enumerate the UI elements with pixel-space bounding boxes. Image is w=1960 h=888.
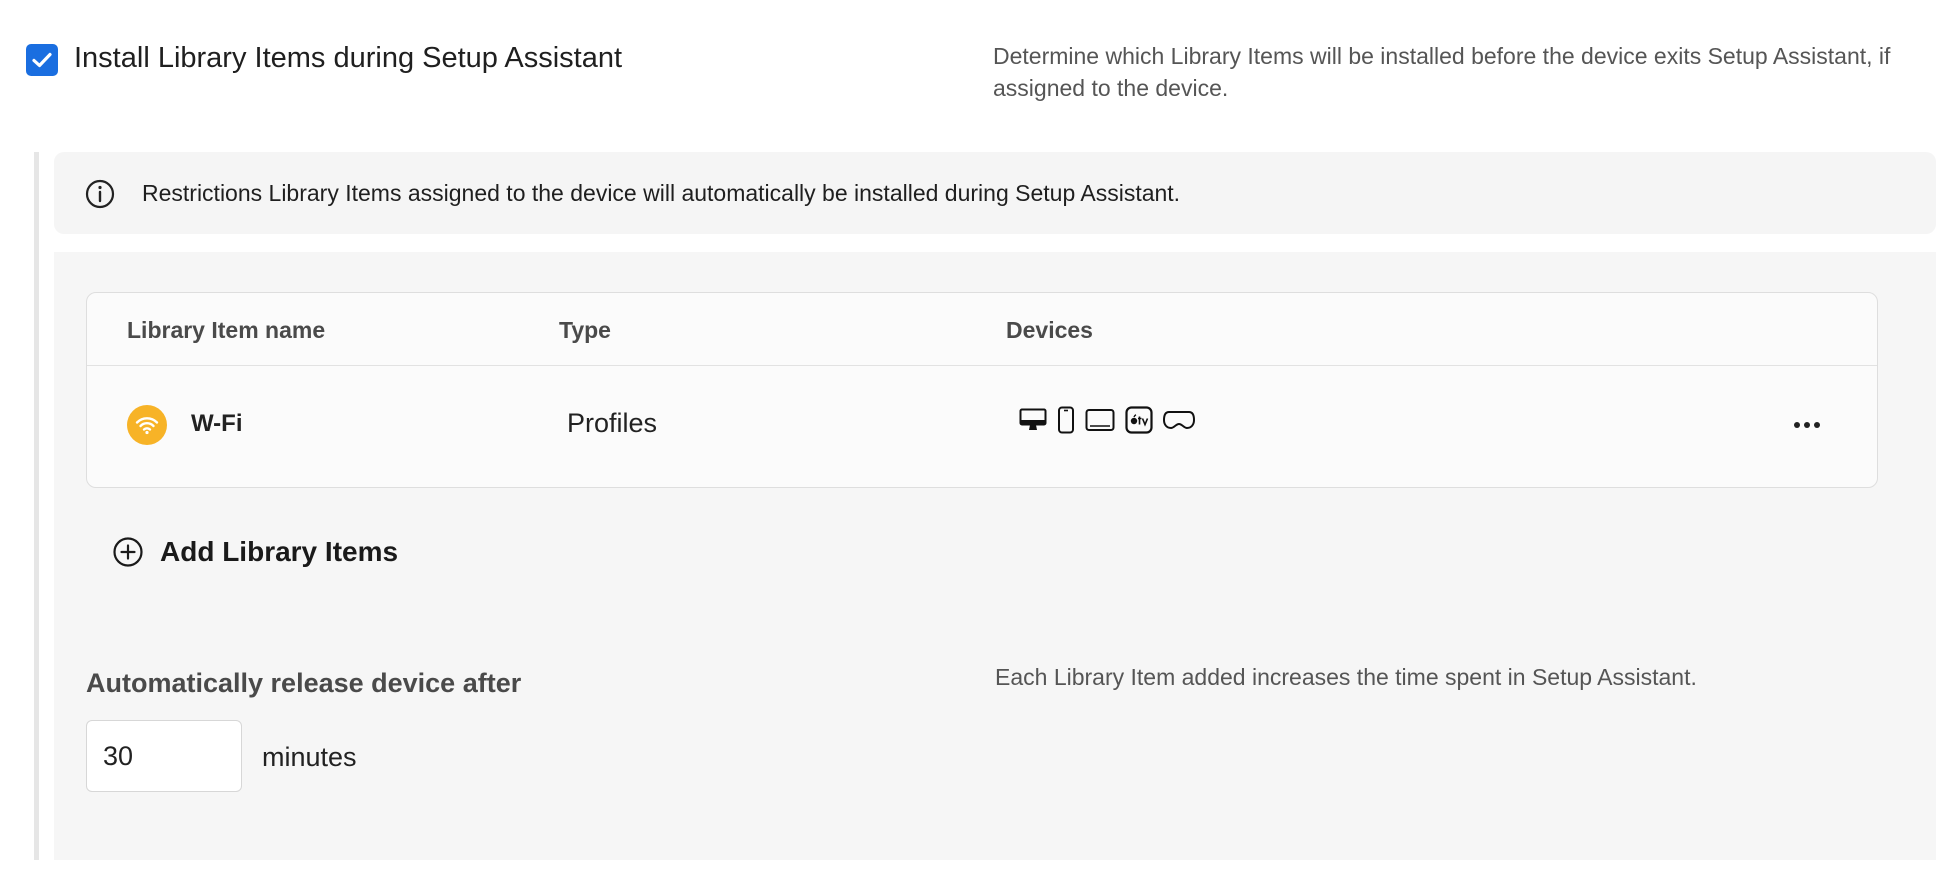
release-minutes-input[interactable] [86,720,242,792]
release-minutes-unit: minutes [262,742,357,772]
section-indent-bar [34,152,39,860]
column-header-devices: Devices [1006,317,1093,343]
info-icon [85,179,115,209]
ipad-icon [1085,408,1115,432]
iphone-icon [1057,406,1075,434]
more-horizontal-icon [1794,422,1820,428]
mac-icon [1019,408,1047,432]
column-header-name: Library Item name [127,317,326,343]
auto-release-description: Each Library Item added increases the ti… [995,664,1697,690]
library-items-panel: Library Item name Type Devices W-Fi Prof… [54,252,1936,860]
library-items-table: Library Item name Type Devices W-Fi Prof… [86,292,1878,488]
device-icons [1019,406,1195,434]
plus-circle-icon [113,537,143,567]
add-library-items-label: Add Library Items [160,536,399,567]
auto-release-label: Automatically release device after [86,668,522,698]
column-header-type: Type [559,317,611,343]
wifi-icon [127,405,167,445]
vision-pro-icon [1163,409,1195,431]
library-item-name[interactable]: W-Fi [191,410,243,438]
install-library-items-label[interactable]: Install Library Items during Setup Assis… [74,42,622,75]
install-library-items-description: Determine which Library Items will be in… [993,43,1891,101]
info-banner-text: Restrictions Library Items assigned to t… [142,180,1181,206]
library-item-type: Profiles [567,408,658,438]
checkmark-icon [32,52,52,68]
row-more-options-button[interactable] [1787,405,1827,445]
install-library-items-checkbox[interactable] [26,44,58,76]
add-library-items-button[interactable]: Add Library Items [112,536,398,568]
apple-tv-icon [1125,406,1153,434]
table-header-divider [87,365,1877,366]
info-banner: Restrictions Library Items assigned to t… [54,152,1936,234]
